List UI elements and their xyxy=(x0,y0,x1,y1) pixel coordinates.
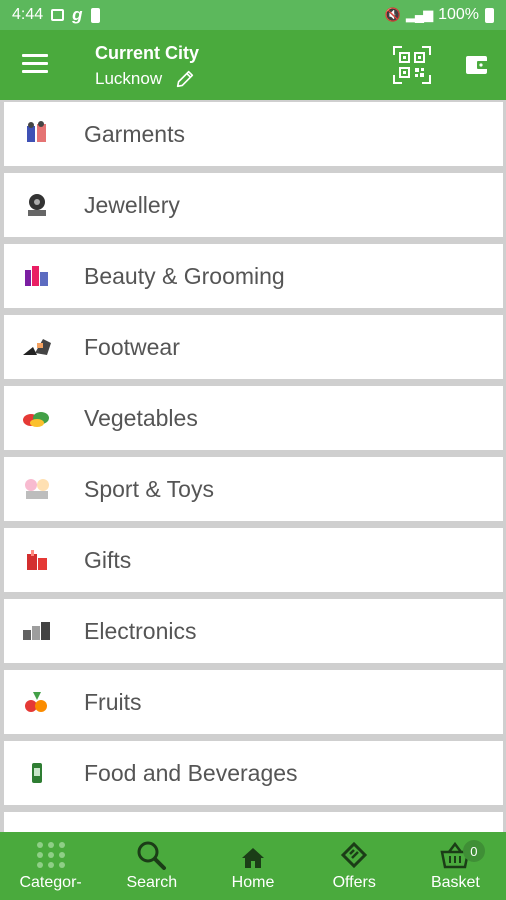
signal-icon: ▂▄▆ xyxy=(405,7,433,22)
grid-icon xyxy=(36,842,65,868)
footwear-icon xyxy=(20,332,54,362)
city-name: Lucknow xyxy=(95,69,163,88)
food-icon xyxy=(20,758,54,788)
category-item-footwear[interactable]: Footwear xyxy=(4,315,503,379)
beauty-icon xyxy=(20,261,54,291)
tab-search[interactable]: Search xyxy=(101,832,202,900)
app-bar: Current City Lucknow xyxy=(0,30,506,100)
category-label: Vegetables xyxy=(84,404,198,431)
category-label: Sport & Toys xyxy=(84,475,214,502)
category-label: Fruits xyxy=(84,688,142,715)
battery-level: 100% xyxy=(438,6,479,23)
offer-tag-icon xyxy=(341,841,368,869)
category-label: Jewellery xyxy=(84,191,180,218)
tab-home[interactable]: Home xyxy=(202,832,303,900)
category-label: Food and Beverages xyxy=(84,759,298,786)
category-label: Electronics xyxy=(84,617,197,644)
status-time: 4:44 xyxy=(12,6,44,23)
category-item-beauty-grooming[interactable]: Beauty & Grooming xyxy=(4,244,503,308)
wallet-icon[interactable] xyxy=(464,52,490,78)
bottom-nav: Categor- Search Home Offers 0 Basket xyxy=(0,832,506,900)
carrier-icon: g xyxy=(72,5,83,24)
city-selector[interactable]: Lucknow xyxy=(95,68,196,90)
category-item-food-beverages[interactable]: Food and Beverages xyxy=(4,741,503,805)
menu-button[interactable] xyxy=(22,54,48,74)
home-icon xyxy=(242,848,264,868)
gallery-icon xyxy=(51,9,65,21)
category-item-jewellery[interactable]: Jewellery xyxy=(4,173,503,237)
category-item-sport-toys[interactable]: Sport & Toys xyxy=(4,457,503,521)
basket-count-badge: 0 xyxy=(462,840,485,862)
current-city-title: Current City xyxy=(95,43,200,63)
category-item-electronics[interactable]: Electronics xyxy=(4,599,503,663)
category-label: Gifts xyxy=(84,546,132,573)
category-item-garments[interactable]: Garments xyxy=(4,102,503,166)
electronics-icon xyxy=(20,616,54,646)
hamburger-icon xyxy=(22,54,48,57)
tab-label: Basket xyxy=(430,874,480,891)
category-label: Beauty & Grooming xyxy=(84,262,285,289)
tab-offers[interactable]: Offers xyxy=(304,832,405,900)
vegetables-icon xyxy=(20,403,54,433)
battery-icon xyxy=(485,7,494,23)
category-item-fruits[interactable]: Fruits xyxy=(4,670,503,734)
tab-label: Categor- xyxy=(19,874,82,891)
toys-icon xyxy=(20,474,54,504)
category-item-partial[interactable] xyxy=(4,812,503,832)
category-label: Footwear xyxy=(84,333,180,360)
qr-scan-icon[interactable] xyxy=(392,45,432,85)
tab-label: Search xyxy=(126,874,178,891)
sim-icon xyxy=(90,7,100,23)
mute-icon: 🔇 xyxy=(384,7,401,22)
fruits-icon xyxy=(20,687,54,717)
tab-basket[interactable]: 0 Basket xyxy=(405,832,506,900)
category-list[interactable]: Garments Jewellery Beauty & Grooming Foo… xyxy=(0,100,506,832)
search-icon xyxy=(137,841,166,870)
garments-icon xyxy=(20,119,54,149)
gifts-icon xyxy=(20,545,54,575)
pencil-icon[interactable] xyxy=(174,68,196,90)
status-bar: 4:44 g 🔇 ▂▄▆ 100% xyxy=(0,0,506,30)
jewellery-icon xyxy=(20,190,54,220)
category-label: Garments xyxy=(84,120,185,147)
category-item-gifts[interactable]: Gifts xyxy=(4,528,503,592)
tab-label: Offers xyxy=(332,874,376,891)
category-item-vegetables[interactable]: Vegetables xyxy=(4,386,503,450)
tab-categories[interactable]: Categor- xyxy=(0,832,101,900)
tab-label: Home xyxy=(231,874,275,891)
